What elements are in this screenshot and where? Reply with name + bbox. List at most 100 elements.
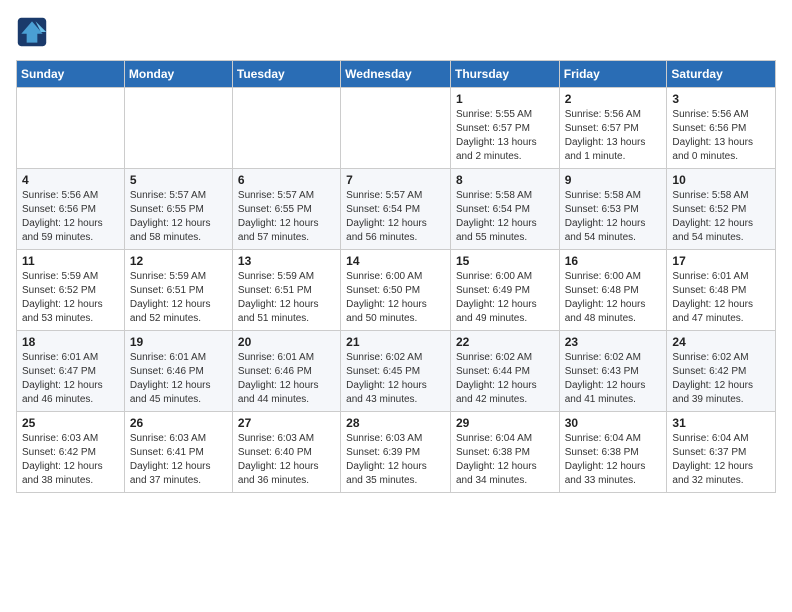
day-info: Sunrise: 6:03 AM Sunset: 6:41 PM Dayligh… bbox=[130, 432, 227, 488]
calendar-cell: 20 Sunrise: 6:01 AM Sunset: 6:46 PM Dayli… bbox=[232, 331, 340, 412]
calendar-week-row: 11 Sunrise: 5:59 AM Sunset: 6:52 PM Dayli… bbox=[17, 250, 776, 331]
day-number: 1 bbox=[456, 92, 554, 106]
calendar-cell: 1 Sunrise: 5:55 AM Sunset: 6:57 PM Daylig… bbox=[450, 88, 559, 169]
calendar-cell: 18 Sunrise: 6:01 AM Sunset: 6:47 PM Dayli… bbox=[17, 331, 125, 412]
day-info: Sunrise: 5:59 AM Sunset: 6:51 PM Dayligh… bbox=[130, 270, 227, 326]
calendar-cell bbox=[341, 88, 451, 169]
day-info: Sunrise: 5:59 AM Sunset: 6:52 PM Dayligh… bbox=[22, 270, 119, 326]
day-info: Sunrise: 6:00 AM Sunset: 6:49 PM Dayligh… bbox=[456, 270, 554, 326]
day-number: 24 bbox=[672, 335, 770, 349]
page-header bbox=[16, 16, 776, 48]
day-info: Sunrise: 6:03 AM Sunset: 6:39 PM Dayligh… bbox=[346, 432, 445, 488]
calendar-cell: 11 Sunrise: 5:59 AM Sunset: 6:52 PM Dayli… bbox=[17, 250, 125, 331]
day-info: Sunrise: 5:55 AM Sunset: 6:57 PM Dayligh… bbox=[456, 108, 554, 164]
day-info: Sunrise: 5:58 AM Sunset: 6:54 PM Dayligh… bbox=[456, 189, 554, 245]
calendar-cell: 16Sunrise: 6:00 AM Sunset: 6:48 PM Dayli… bbox=[559, 250, 667, 331]
calendar-cell: 15 Sunrise: 6:00 AM Sunset: 6:49 PM Dayli… bbox=[450, 250, 559, 331]
calendar-cell: 31 Sunrise: 6:04 AM Sunset: 6:37 PM Dayli… bbox=[667, 412, 776, 493]
day-info: Sunrise: 6:02 AM Sunset: 6:42 PM Dayligh… bbox=[672, 351, 770, 407]
day-info: Sunrise: 5:56 AM Sunset: 6:57 PM Dayligh… bbox=[565, 108, 662, 164]
day-number: 22 bbox=[456, 335, 554, 349]
day-number: 2 bbox=[565, 92, 662, 106]
day-number: 11 bbox=[22, 254, 119, 268]
day-number: 4 bbox=[22, 173, 119, 187]
day-info: Sunrise: 6:00 AM Sunset: 6:48 PM Dayligh… bbox=[565, 270, 662, 326]
calendar-cell: 14 Sunrise: 6:00 AM Sunset: 6:50 PM Dayli… bbox=[341, 250, 451, 331]
calendar-cell: 3Sunrise: 5:56 AM Sunset: 6:56 PM Daylig… bbox=[667, 88, 776, 169]
calendar-cell: 6 Sunrise: 5:57 AM Sunset: 6:55 PM Daylig… bbox=[232, 169, 340, 250]
day-info: Sunrise: 6:00 AM Sunset: 6:50 PM Dayligh… bbox=[346, 270, 445, 326]
calendar-cell: 22 Sunrise: 6:02 AM Sunset: 6:44 PM Dayli… bbox=[450, 331, 559, 412]
calendar-cell bbox=[232, 88, 340, 169]
calendar-week-row: 25 Sunrise: 6:03 AM Sunset: 6:42 PM Dayli… bbox=[17, 412, 776, 493]
calendar-cell: 27Sunrise: 6:03 AM Sunset: 6:40 PM Dayli… bbox=[232, 412, 340, 493]
day-info: Sunrise: 6:03 AM Sunset: 6:42 PM Dayligh… bbox=[22, 432, 119, 488]
calendar-week-row: 1 Sunrise: 5:55 AM Sunset: 6:57 PM Daylig… bbox=[17, 88, 776, 169]
weekday-header-monday: Monday bbox=[124, 61, 232, 88]
weekday-header-friday: Friday bbox=[559, 61, 667, 88]
day-info: Sunrise: 6:01 AM Sunset: 6:47 PM Dayligh… bbox=[22, 351, 119, 407]
day-number: 18 bbox=[22, 335, 119, 349]
calendar-cell: 30 Sunrise: 6:04 AM Sunset: 6:38 PM Dayli… bbox=[559, 412, 667, 493]
day-info: Sunrise: 6:02 AM Sunset: 6:43 PM Dayligh… bbox=[565, 351, 662, 407]
day-number: 13 bbox=[238, 254, 335, 268]
day-number: 30 bbox=[565, 416, 662, 430]
day-number: 9 bbox=[565, 173, 662, 187]
day-number: 19 bbox=[130, 335, 227, 349]
day-info: Sunrise: 6:04 AM Sunset: 6:37 PM Dayligh… bbox=[672, 432, 770, 488]
calendar-cell bbox=[17, 88, 125, 169]
calendar-cell: 29Sunrise: 6:04 AM Sunset: 6:38 PM Dayli… bbox=[450, 412, 559, 493]
calendar-cell: 26 Sunrise: 6:03 AM Sunset: 6:41 PM Dayli… bbox=[124, 412, 232, 493]
calendar-cell bbox=[124, 88, 232, 169]
day-number: 23 bbox=[565, 335, 662, 349]
calendar-header-row: SundayMondayTuesdayWednesdayThursdayFrid… bbox=[17, 61, 776, 88]
calendar-cell: 24 Sunrise: 6:02 AM Sunset: 6:42 PM Dayli… bbox=[667, 331, 776, 412]
calendar-cell: 12 Sunrise: 5:59 AM Sunset: 6:51 PM Dayli… bbox=[124, 250, 232, 331]
day-number: 20 bbox=[238, 335, 335, 349]
calendar-cell: 23 Sunrise: 6:02 AM Sunset: 6:43 PM Dayli… bbox=[559, 331, 667, 412]
day-number: 27 bbox=[238, 416, 335, 430]
calendar-cell: 17 Sunrise: 6:01 AM Sunset: 6:48 PM Dayli… bbox=[667, 250, 776, 331]
day-number: 12 bbox=[130, 254, 227, 268]
weekday-header-sunday: Sunday bbox=[17, 61, 125, 88]
calendar-cell: 28 Sunrise: 6:03 AM Sunset: 6:39 PM Dayli… bbox=[341, 412, 451, 493]
day-info: Sunrise: 6:01 AM Sunset: 6:46 PM Dayligh… bbox=[238, 351, 335, 407]
day-number: 17 bbox=[672, 254, 770, 268]
day-info: Sunrise: 6:01 AM Sunset: 6:46 PM Dayligh… bbox=[130, 351, 227, 407]
day-info: Sunrise: 6:02 AM Sunset: 6:44 PM Dayligh… bbox=[456, 351, 554, 407]
calendar-table: SundayMondayTuesdayWednesdayThursdayFrid… bbox=[16, 60, 776, 493]
day-number: 21 bbox=[346, 335, 445, 349]
day-number: 14 bbox=[346, 254, 445, 268]
calendar-cell: 5Sunrise: 5:57 AM Sunset: 6:55 PM Daylig… bbox=[124, 169, 232, 250]
weekday-header-thursday: Thursday bbox=[450, 61, 559, 88]
day-info: Sunrise: 6:01 AM Sunset: 6:48 PM Dayligh… bbox=[672, 270, 770, 326]
day-number: 7 bbox=[346, 173, 445, 187]
day-number: 25 bbox=[22, 416, 119, 430]
calendar-cell: 21Sunrise: 6:02 AM Sunset: 6:45 PM Dayli… bbox=[341, 331, 451, 412]
day-number: 5 bbox=[130, 173, 227, 187]
calendar-cell: 7Sunrise: 5:57 AM Sunset: 6:54 PM Daylig… bbox=[341, 169, 451, 250]
weekday-header-saturday: Saturday bbox=[667, 61, 776, 88]
logo bbox=[16, 16, 52, 48]
day-number: 8 bbox=[456, 173, 554, 187]
calendar-cell: 25 Sunrise: 6:03 AM Sunset: 6:42 PM Dayli… bbox=[17, 412, 125, 493]
day-info: Sunrise: 6:04 AM Sunset: 6:38 PM Dayligh… bbox=[565, 432, 662, 488]
day-number: 29 bbox=[456, 416, 554, 430]
weekday-header-tuesday: Tuesday bbox=[232, 61, 340, 88]
day-info: Sunrise: 5:56 AM Sunset: 6:56 PM Dayligh… bbox=[22, 189, 119, 245]
day-number: 10 bbox=[672, 173, 770, 187]
calendar-cell: 2 Sunrise: 5:56 AM Sunset: 6:57 PM Daylig… bbox=[559, 88, 667, 169]
day-number: 26 bbox=[130, 416, 227, 430]
day-info: Sunrise: 5:57 AM Sunset: 6:55 PM Dayligh… bbox=[238, 189, 335, 245]
day-number: 31 bbox=[672, 416, 770, 430]
calendar-week-row: 4 Sunrise: 5:56 AM Sunset: 6:56 PM Daylig… bbox=[17, 169, 776, 250]
calendar-cell: 4 Sunrise: 5:56 AM Sunset: 6:56 PM Daylig… bbox=[17, 169, 125, 250]
weekday-header-wednesday: Wednesday bbox=[341, 61, 451, 88]
calendar-week-row: 18 Sunrise: 6:01 AM Sunset: 6:47 PM Dayli… bbox=[17, 331, 776, 412]
calendar-cell: 10Sunrise: 5:58 AM Sunset: 6:52 PM Dayli… bbox=[667, 169, 776, 250]
day-info: Sunrise: 5:56 AM Sunset: 6:56 PM Dayligh… bbox=[672, 108, 770, 164]
calendar-cell: 8 Sunrise: 5:58 AM Sunset: 6:54 PM Daylig… bbox=[450, 169, 559, 250]
day-number: 15 bbox=[456, 254, 554, 268]
day-number: 6 bbox=[238, 173, 335, 187]
day-number: 28 bbox=[346, 416, 445, 430]
